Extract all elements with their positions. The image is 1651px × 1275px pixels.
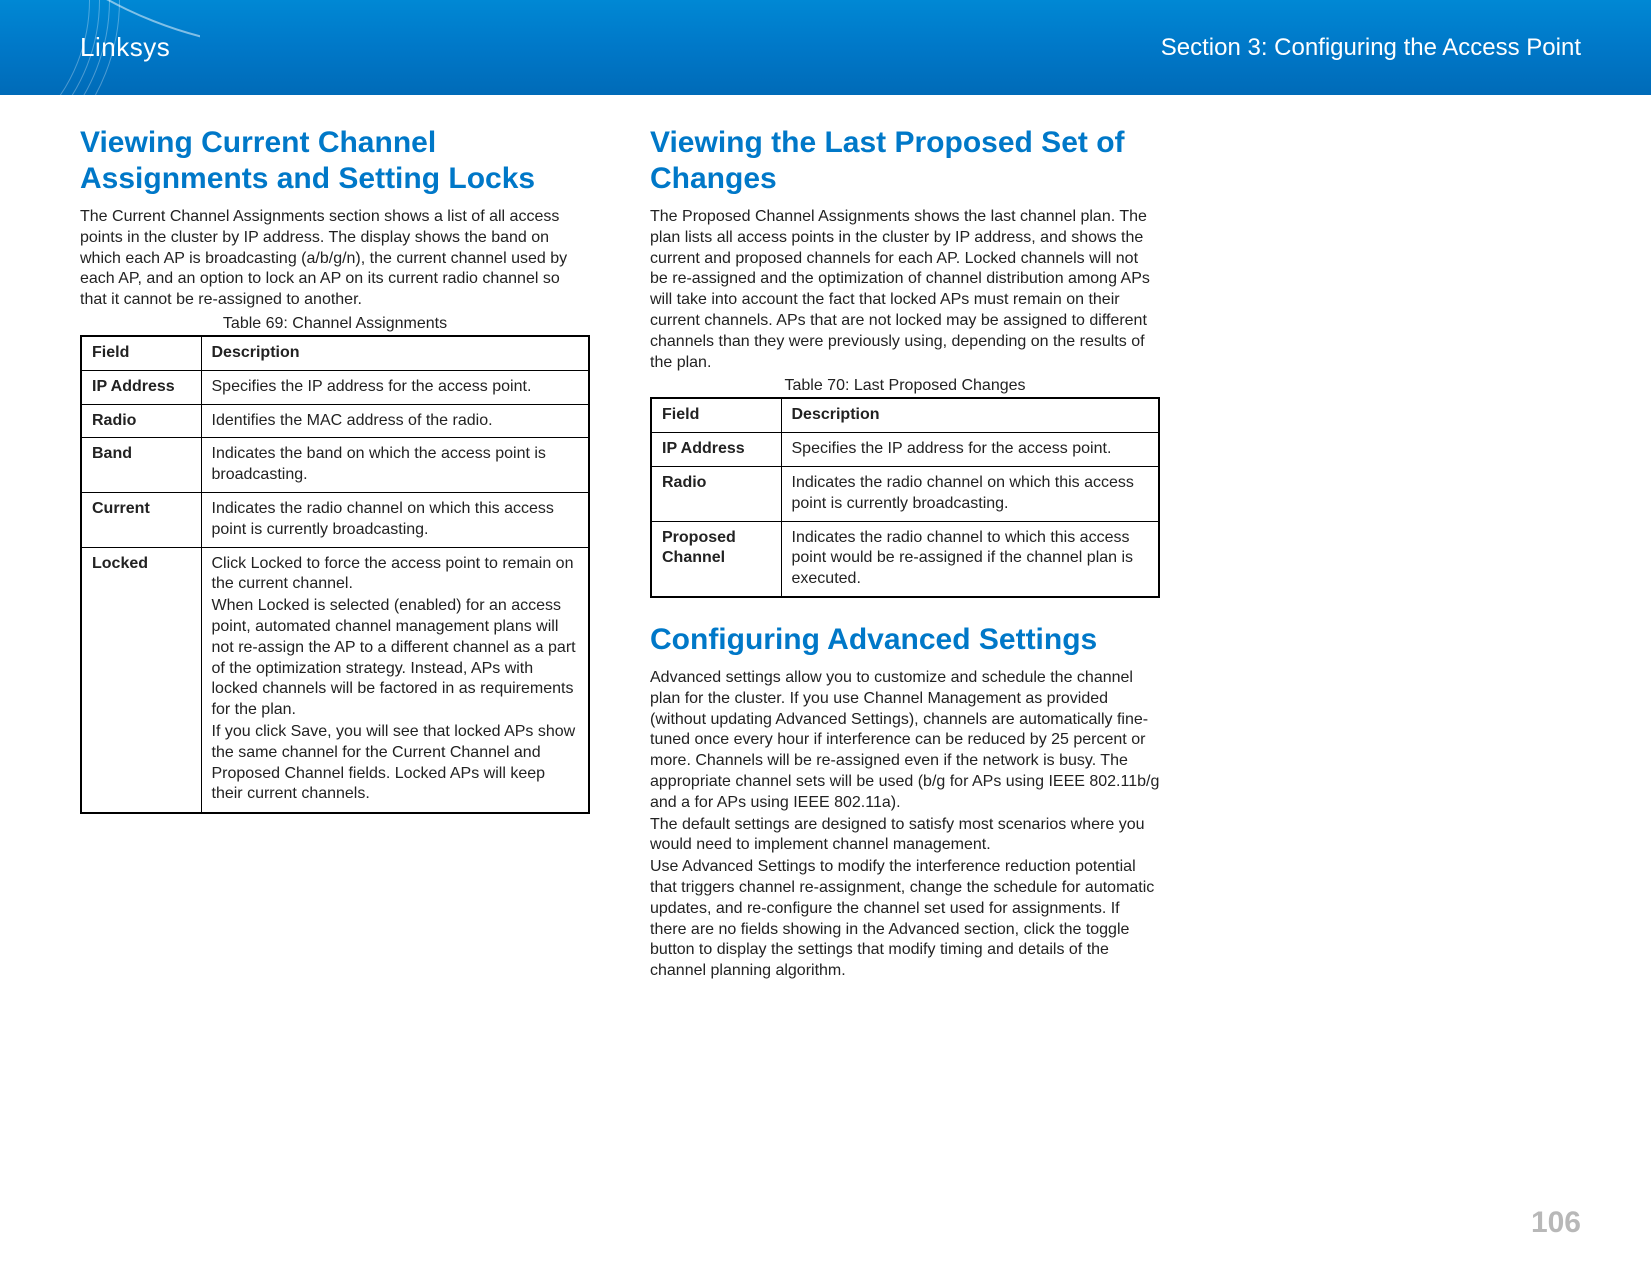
table-header-field: Field [81,336,201,370]
section-label: Section 3: Configuring the Access Point [1161,34,1581,62]
table-row: Current Indicates the radio channel on w… [81,492,589,547]
table-last-proposed: Field Description IP Address Specifies t… [650,397,1160,598]
cell-field: Current [81,492,201,547]
advanced-p2: The default settings are designed to sat… [650,815,1160,857]
page-header: Linksys Section 3: Configuring the Acces… [0,0,1651,95]
locked-p2: When Locked is selected (enabled) for an… [212,596,579,721]
right-intro-1: The Proposed Channel Assignments shows t… [650,207,1160,373]
cell-field: Radio [651,466,781,521]
table-header-desc: Description [201,336,589,370]
right-heading-1: Viewing the Last Proposed Set of Changes [650,125,1160,197]
cell-field: Locked [81,547,201,813]
table-channel-assignments: Field Description IP Address Specifies t… [80,335,590,814]
table69-caption: Table 69: Channel Assignments [80,315,590,333]
cell-desc: Click Locked to force the access point t… [201,547,589,813]
cell-field: Radio [81,404,201,438]
cell-desc: Indicates the radio channel on which thi… [781,466,1159,521]
subsection-advanced: Configuring Advanced Settings Advanced s… [650,622,1160,982]
table-row: Field Description [651,398,1159,432]
right-heading-2: Configuring Advanced Settings [650,622,1160,658]
cell-field: Proposed Channel [651,521,781,597]
left-intro: The Current Channel Assignments section … [80,207,590,311]
cell-field: IP Address [651,433,781,467]
table-row: Proposed Channel Indicates the radio cha… [651,521,1159,597]
table-row: Locked Click Locked to force the access … [81,547,589,813]
table-row: IP Address Specifies the IP address for … [81,370,589,404]
table-row: IP Address Specifies the IP address for … [651,433,1159,467]
left-column: Viewing Current Channel Assignments and … [80,125,590,982]
table-row: Band Indicates the band on which the acc… [81,438,589,493]
table-row: Radio Identifies the MAC address of the … [81,404,589,438]
table-header-desc: Description [781,398,1159,432]
cell-desc: Indicates the band on which the access p… [201,438,589,493]
cell-field: IP Address [81,370,201,404]
table-header-field: Field [651,398,781,432]
right-column: Viewing the Last Proposed Set of Changes… [650,125,1160,982]
cell-desc: Specifies the IP address for the access … [781,433,1159,467]
advanced-p1: Advanced settings allow you to customize… [650,668,1160,814]
brand-label: Linksys [80,32,170,63]
table-row: Field Description [81,336,589,370]
locked-p3: If you click Save, you will see that loc… [212,722,579,805]
cell-desc: Identifies the MAC address of the radio. [201,404,589,438]
left-heading: Viewing Current Channel Assignments and … [80,125,590,197]
cell-desc: Indicates the radio channel on which thi… [201,492,589,547]
table-row: Radio Indicates the radio channel on whi… [651,466,1159,521]
cell-desc: Specifies the IP address for the access … [201,370,589,404]
content-area: Viewing Current Channel Assignments and … [0,95,1651,982]
advanced-p3: Use Advanced Settings to modify the inte… [650,857,1160,982]
locked-p1: Click Locked to force the access point t… [212,554,579,596]
cell-desc: Indicates the radio channel to which thi… [781,521,1159,597]
page-number: 106 [1531,1206,1581,1240]
table70-caption: Table 70: Last Proposed Changes [650,377,1160,395]
cell-field: Band [81,438,201,493]
